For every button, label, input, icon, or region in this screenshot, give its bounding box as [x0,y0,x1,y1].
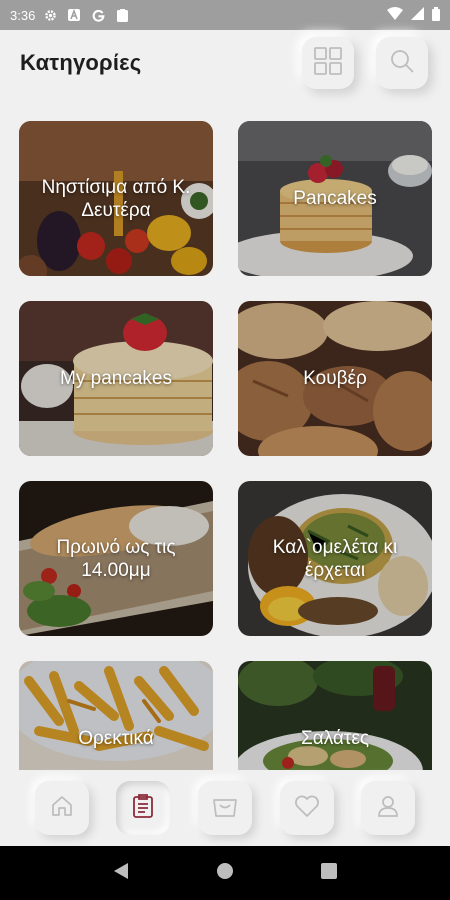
nav-basket-button[interactable] [198,781,252,835]
category-label: Νηστίσιμα από Κ. Δευτέρα [41,176,191,221]
category-label: Καλ`ομελέτα κι έρχεται [272,536,398,581]
page-title: Κατηγορίες [20,50,142,75]
clipboard-icon [115,8,129,22]
category-card-pancakes[interactable]: Pancakes [238,121,432,276]
search-icon [389,48,415,79]
a-badge-icon [67,8,81,22]
bottom-nav [0,770,450,846]
nav-menu-button[interactable] [116,781,170,835]
category-card-kouver[interactable]: Κουβέρ [238,301,432,456]
category-card-nistisima[interactable]: Νηστίσιμα από Κ. Δευτέρα [19,121,213,276]
nav-home-button[interactable] [35,781,89,835]
category-card-omeleta[interactable]: Καλ`ομελέτα κι έρχεται [238,481,432,636]
nav-profile-button[interactable] [361,781,415,835]
nav-favorites-button[interactable] [280,781,334,835]
basket-icon [212,794,238,823]
status-time: 3:36 [10,7,36,23]
recents-icon[interactable] [320,862,337,884]
menu-list-icon [132,793,154,824]
category-label: My pancakes [60,368,172,389]
grid-icon [313,46,343,81]
system-nav-bar [0,846,450,900]
wifi-icon [387,7,403,23]
battery-icon [432,6,440,24]
category-grid: Νηστίσιμα από Κ. Δευτέρα Pancakes My pan… [19,121,433,771]
grid-view-button[interactable] [302,37,354,89]
user-icon [376,794,400,823]
category-label: Σαλάτες [300,728,370,749]
search-button[interactable] [376,37,428,89]
category-label: Κουβέρ [303,368,367,389]
signal-icon [411,7,424,23]
category-label: Ορεκτικά [78,728,154,749]
status-bar: 3:36 [0,0,450,30]
gear-icon [43,8,57,22]
app-header: Κατηγορίες [0,30,450,96]
home-icon [50,794,74,823]
g-icon [91,8,105,22]
category-label: Πρωινό ως τις 14.00μμ [56,536,176,581]
category-card-proino[interactable]: Πρωινό ως τις 14.00μμ [19,481,213,636]
heart-icon [294,794,320,823]
back-icon[interactable] [113,862,129,885]
category-label: Pancakes [293,188,377,209]
category-card-salates[interactable]: Σαλάτες [238,661,432,771]
home-circle-icon[interactable] [216,862,234,885]
category-card-orektika[interactable]: Ορεκτικά [19,661,213,771]
category-card-my-pancakes[interactable]: My pancakes [19,301,213,456]
